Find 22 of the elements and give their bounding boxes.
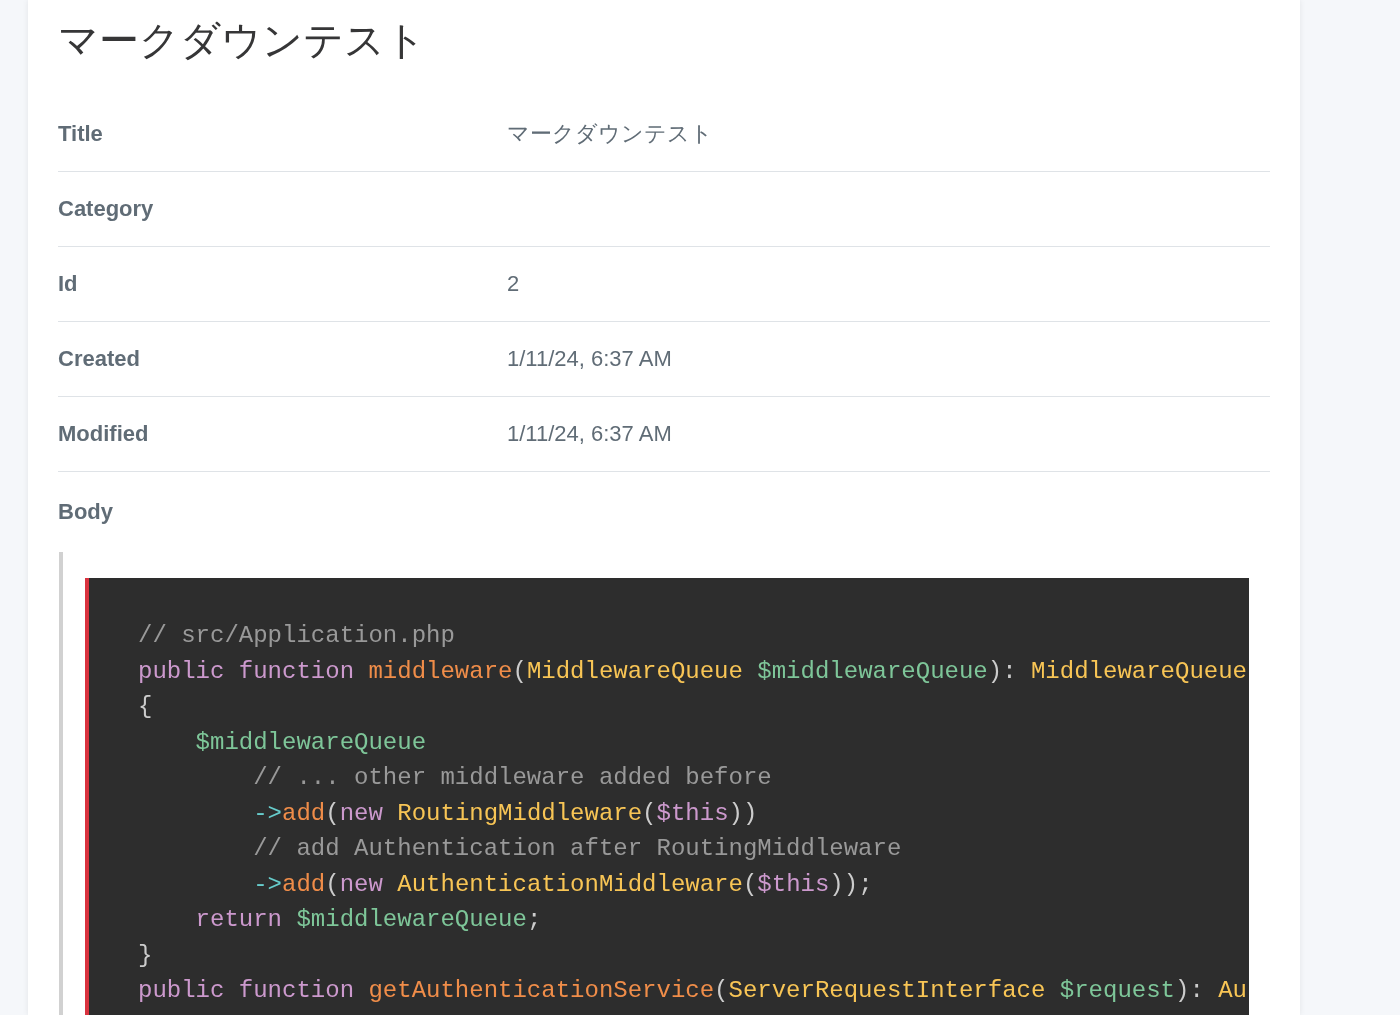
field-label: Category: [58, 196, 155, 222]
code-line: }: [138, 940, 154, 971]
code-line: return $middlewareQueue;: [194, 905, 543, 935]
code-line: public function getAuthenticationService(ServerRequestInterface $request): Au: [138, 976, 1248, 1006]
field-label: Modified: [58, 421, 150, 447]
field-label: Body: [58, 499, 114, 525]
field-value: 1/11/24, 6:37 AM: [507, 421, 672, 447]
field-value: マークダウンテスト: [507, 120, 713, 148]
code-line: public function middleware(MiddlewareQueue $middlewareQueue): MiddlewareQueue: [138, 656, 1248, 687]
code-line: {: [138, 692, 154, 722]
code-line: // add Authentication after RoutingMiddleware: [252, 834, 903, 864]
field-label: Created: [58, 346, 141, 372]
field-label: Title: [58, 121, 104, 147]
code-line: // src/Application.php: [138, 621, 456, 651]
code-line: ->add(new RoutingMiddleware($this)): [252, 798, 759, 829]
field-value: 2: [507, 271, 520, 297]
field-label: Id: [58, 271, 79, 297]
code-line: ->add(new AuthenticationMiddleware($this));: [252, 869, 874, 900]
field-value: 1/11/24, 6:37 AM: [507, 346, 672, 372]
page-heading: マークダウンテスト: [58, 17, 427, 64]
code-line: $middlewareQueue: [194, 727, 428, 758]
code-line: // ... other middleware added before: [252, 763, 773, 793]
